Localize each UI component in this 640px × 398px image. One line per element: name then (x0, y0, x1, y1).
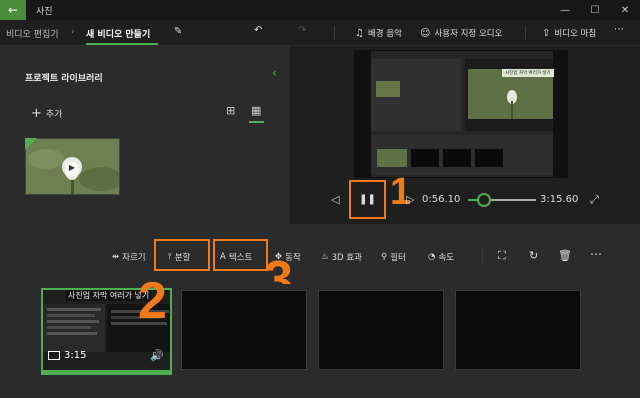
step-forward-icon: ▷ (406, 193, 415, 206)
storyboard-more-button[interactable]: ⋯ (590, 247, 602, 261)
filters-button[interactable]: ⚲ 필터 (381, 251, 406, 263)
undo-button[interactable]: ↶ (254, 25, 262, 36)
redo-button[interactable]: ↷ (298, 25, 306, 36)
storyboard-clip-empty[interactable] (181, 290, 307, 370)
3d-effects-label: 3D 효과 (331, 253, 362, 263)
close-icon: ✕ (620, 4, 630, 16)
previous-frame-button[interactable]: ◁ (331, 193, 339, 206)
split-highlight-box (154, 239, 210, 271)
trim-icon: ⇹ (112, 252, 120, 262)
pencil-icon: ✎ (174, 26, 183, 37)
play-icon: ▶ (68, 162, 76, 172)
total-time: 3:15.60 (540, 194, 579, 205)
more-icon: ⋯ (614, 24, 624, 35)
person-audio-icon: ☺ (420, 27, 431, 39)
trash-icon: 🗑 (558, 249, 572, 262)
rotate-icon: ↻ (529, 249, 539, 262)
storyboard-clip-empty[interactable] (318, 290, 444, 370)
pause-button[interactable]: ❚❚ (349, 180, 386, 219)
large-grid-view-button[interactable]: ▦ (251, 104, 261, 117)
3d-effects-icon: ♨ (321, 252, 329, 262)
active-view-indicator (249, 121, 264, 123)
arrow-left-icon: ← (7, 3, 19, 17)
app-title: 사진 (36, 7, 53, 17)
pause-icon: ❚❚ (359, 194, 376, 205)
maximize-icon: ☐ (590, 4, 600, 16)
storyboard-divider (482, 249, 483, 263)
minimize-button[interactable]: — (550, 0, 580, 20)
rotate-button[interactable]: ↻ (529, 249, 538, 262)
clip-length-icon (48, 351, 60, 360)
trim-label: 자르기 (122, 253, 146, 263)
delete-button[interactable]: 🗑 (558, 249, 572, 262)
more-options-button[interactable]: ⋯ (614, 24, 624, 35)
music-note-icon: ♫ (355, 27, 364, 39)
export-icon: ⇪ (542, 27, 551, 39)
trim-button[interactable]: ⇹ 자르기 (112, 251, 146, 263)
chevron-left-icon: ‹ (272, 66, 277, 80)
finish-video-button[interactable]: ⇪ 비디오 마침 (542, 27, 597, 40)
resize-icon: ⛶ (498, 249, 506, 262)
preview-caption-text: 사진업 자막 여러가 넣기 (502, 69, 554, 77)
background-music-button[interactable]: ♫ 배경 음악 (355, 27, 402, 40)
collapse-library-button[interactable]: ‹ (272, 66, 277, 80)
rename-button[interactable]: ✎ (174, 26, 182, 37)
small-grid-view-button[interactable]: ⊞ (226, 104, 235, 117)
resize-button[interactable]: ⛶ (498, 249, 506, 263)
background-music-label: 배경 음악 (367, 29, 402, 39)
toolbar-divider (525, 26, 526, 40)
storyboard-clip-empty[interactable] (455, 290, 581, 370)
breadcrumb-video-editor[interactable]: 비디오 편집기 (6, 27, 59, 40)
grid-small-icon: ⊞ (226, 104, 236, 117)
filter-icon: ⚲ (381, 252, 388, 262)
play-preview-button[interactable]: ▶ (62, 157, 82, 177)
next-frame-button[interactable]: ▷ (406, 193, 414, 206)
redo-icon: ↷ (298, 25, 307, 36)
project-library-title: 프로젝트 라이브러리 (25, 74, 103, 84)
clip-volume-button[interactable]: 🔊 (150, 349, 164, 362)
breadcrumb-project-title[interactable]: 새 비디오 만들기 (86, 27, 150, 40)
add-label: 추가 (45, 110, 63, 120)
filters-label: 필터 (390, 253, 406, 263)
annotation-marker-2: 2 (138, 272, 167, 330)
maximize-button[interactable]: ☐ (580, 0, 610, 20)
speaker-icon: 🔊 (150, 349, 164, 362)
speed-icon: ◔ (428, 252, 436, 262)
add-media-button[interactable]: + 추가 (31, 106, 62, 121)
custom-audio-button[interactable]: ☺ 사용자 지정 오디오 (420, 27, 503, 40)
step-back-icon: ◁ (331, 193, 340, 206)
clip-progress-bar (41, 372, 172, 375)
selected-corner-indicator (25, 138, 37, 150)
speed-label: 속도 (438, 253, 455, 263)
plus-icon: + (31, 106, 42, 121)
more-icon: ⋯ (590, 247, 602, 261)
custom-audio-label: 사용자 지정 오디오 (434, 29, 503, 39)
3d-effects-button[interactable]: ♨ 3D 효과 (321, 251, 362, 263)
expand-icon: ⤢ (590, 193, 599, 206)
current-time: 0:56.10 (422, 194, 461, 205)
minimize-icon: — (560, 4, 570, 16)
close-button[interactable]: ✕ (610, 0, 640, 20)
speed-button[interactable]: ◔ 속도 (428, 251, 454, 263)
fullscreen-button[interactable]: ⤢ (590, 193, 599, 207)
grid-large-icon: ▦ (251, 104, 262, 117)
undo-icon: ↶ (254, 25, 263, 36)
title-bar (0, 0, 640, 20)
toolbar-divider (334, 26, 335, 40)
storyboard-toolbar (0, 224, 640, 284)
breadcrumb-separator: › (71, 27, 75, 37)
clip-duration: 3:15 (64, 350, 87, 361)
text-highlight-box (213, 239, 268, 271)
active-tab-indicator (86, 43, 158, 45)
back-button[interactable]: ← (0, 0, 26, 20)
finish-video-label: 비디오 마침 (554, 29, 597, 39)
